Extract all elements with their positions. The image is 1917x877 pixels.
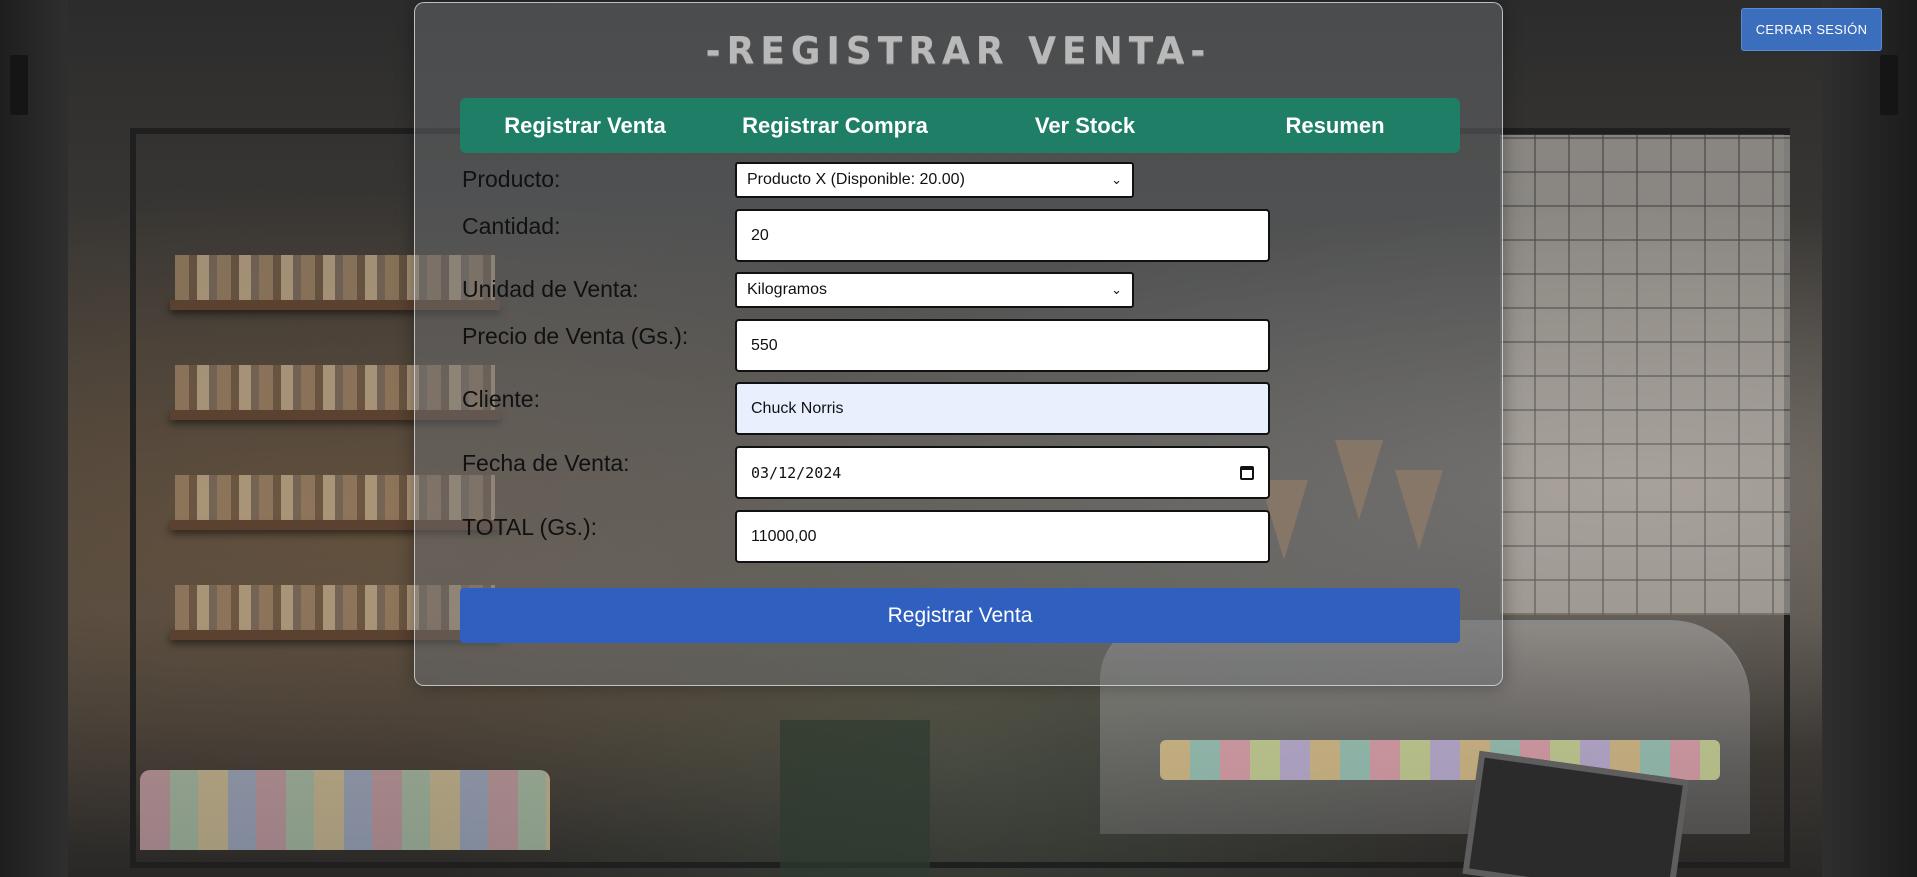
nav-resumen[interactable]: Resumen: [1210, 98, 1460, 153]
precio-label: Precio de Venta (Gs.):: [462, 323, 689, 349]
precio-value: 550: [751, 336, 778, 354]
right-wall: [1822, 0, 1917, 877]
cliente-label: Cliente:: [462, 386, 540, 412]
registrar-venta-button[interactable]: Registrar Venta: [460, 588, 1460, 643]
fecha-input[interactable]: 03/12/2024: [735, 446, 1270, 499]
nav-ver-stock[interactable]: Ver Stock: [960, 98, 1210, 153]
chalkboard-sign: [1462, 750, 1690, 877]
producto-label: Producto:: [462, 166, 561, 192]
total-value: 11000,00: [751, 527, 817, 545]
main-nav: Registrar Venta Registrar Compra Ver Sto…: [460, 98, 1460, 153]
cups-display: [140, 770, 550, 850]
total-input[interactable]: 11000,00: [735, 510, 1270, 563]
gelato-display: [1160, 740, 1720, 780]
left-wall: [0, 0, 68, 877]
nav-registrar-compra[interactable]: Registrar Compra: [710, 98, 960, 153]
sale-form-panel: -REGISTRAR VENTA- Registrar Venta Regist…: [414, 2, 1503, 686]
tiled-wall: [1500, 135, 1790, 615]
unidad-select-value: Kilogramos: [747, 281, 828, 298]
cantidad-input[interactable]: 20: [735, 209, 1270, 262]
cliente-value: Chuck Norris: [751, 399, 844, 417]
producto-select[interactable]: Producto X (Disponible: 20.00) ⌄: [735, 162, 1134, 198]
fecha-value: 03/12/2024: [751, 463, 842, 482]
wall-lamp: [1880, 55, 1898, 115]
chevron-down-icon: ⌄: [1111, 282, 1122, 297]
cliente-input[interactable]: Chuck Norris: [735, 382, 1270, 435]
page-title: -REGISTRAR VENTA-: [705, 29, 1212, 74]
fecha-label: Fecha de Venta:: [462, 450, 630, 476]
unidad-label: Unidad de Venta:: [462, 276, 639, 302]
door: [780, 720, 930, 877]
cantidad-label: Cantidad:: [462, 213, 561, 239]
chevron-down-icon: ⌄: [1111, 172, 1122, 187]
nav-registrar-venta[interactable]: Registrar Venta: [460, 98, 710, 153]
unidad-select[interactable]: Kilogramos ⌄: [735, 272, 1134, 308]
wall-lamp: [10, 55, 28, 115]
calendar-icon[interactable]: [1240, 465, 1254, 480]
precio-input[interactable]: 550: [735, 319, 1270, 372]
producto-select-value: Producto X (Disponible: 20.00): [747, 171, 965, 188]
cantidad-value: 20: [751, 226, 769, 244]
logout-button[interactable]: CERRAR SESIÓN: [1741, 8, 1882, 51]
total-label: TOTAL (Gs.):: [462, 514, 598, 540]
